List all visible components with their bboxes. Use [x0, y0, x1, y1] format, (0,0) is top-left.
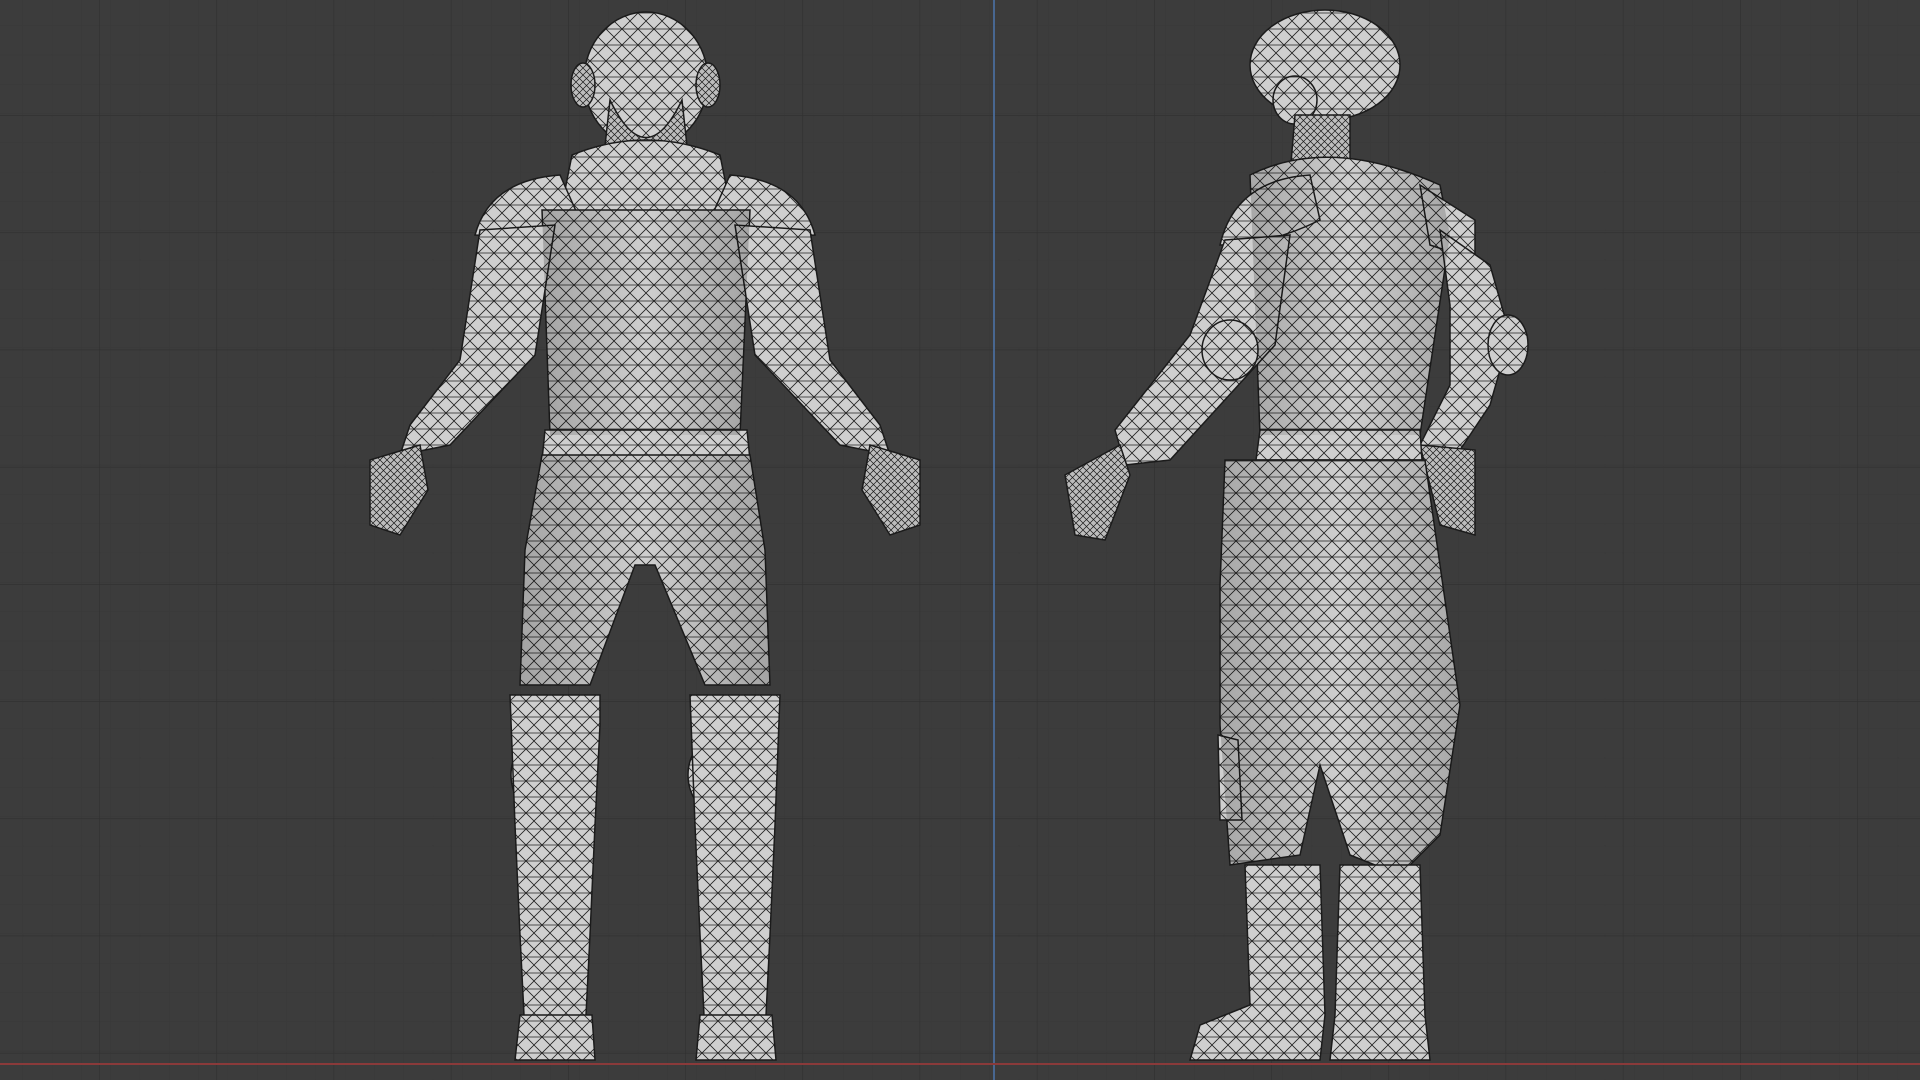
viewport-z-axis-line — [993, 0, 995, 1080]
3d-viewport[interactable] — [0, 0, 1920, 1080]
character-model-back[interactable] — [1020, 5, 1560, 1065]
character-model-front[interactable] — [310, 5, 990, 1065]
helmet — [583, 11, 709, 149]
